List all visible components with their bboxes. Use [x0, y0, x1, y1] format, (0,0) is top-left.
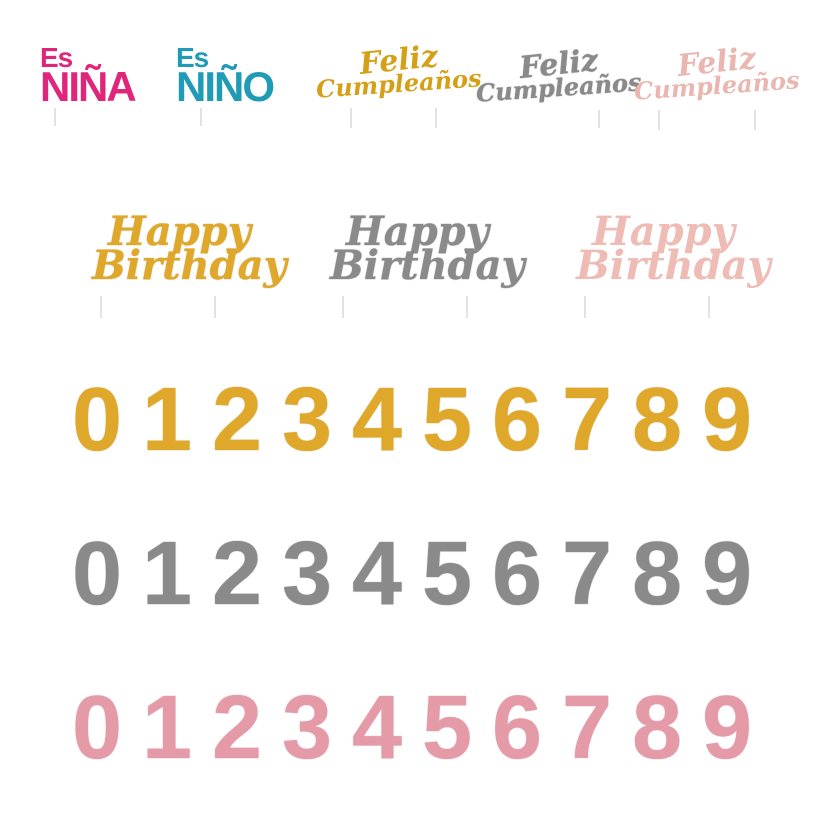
- hb-gold-stick-2: [214, 296, 216, 318]
- rose-number-6: 6: [491, 678, 543, 778]
- happy-birthday-silver-topper: Happy Birthday: [330, 212, 525, 286]
- feliz-rose-stick: [658, 110, 660, 130]
- hb-gold-line2: Birthday: [92, 242, 287, 289]
- es-nina-line2: NIÑA: [40, 63, 137, 110]
- silver-number-4: 4: [351, 524, 403, 624]
- silver-number-8: 8: [631, 524, 683, 624]
- feliz-rose-stick-2: [754, 110, 756, 130]
- gold-number-2: 2: [211, 370, 263, 470]
- rose-number-0: 0: [71, 678, 123, 778]
- gold-number-1: 1: [141, 370, 193, 470]
- feliz-cumpleanos-gold-topper: Feliz Cumpleaños: [315, 39, 482, 104]
- rose-number-2: 2: [211, 678, 263, 778]
- feliz-silver-stick: [598, 110, 600, 128]
- rose-number-8: 8: [631, 678, 683, 778]
- silver-number-1: 1: [141, 524, 193, 624]
- rose-number-7: 7: [561, 678, 613, 778]
- hb-gold-stick: [100, 296, 102, 318]
- happy-birthday-gold-topper: Happy Birthday: [92, 212, 287, 286]
- happy-birthday-rose-topper: Happy Birthday: [576, 212, 771, 286]
- silver-number-row: 0 1 2 3 4 5 6 7 8 9: [62, 526, 762, 622]
- silver-number-3: 3: [281, 524, 333, 624]
- es-nino-stick: [200, 108, 202, 126]
- gold-number-6: 6: [491, 370, 543, 470]
- feliz-cumpleanos-silver-topper: Feliz Cumpleaños: [475, 43, 642, 108]
- hb-silver-stick: [342, 296, 344, 318]
- es-nina-stick: [54, 108, 56, 126]
- hb-silver-stick-2: [466, 296, 468, 318]
- gold-number-0: 0: [71, 370, 123, 470]
- silver-number-9: 9: [701, 524, 753, 624]
- rose-number-4: 4: [351, 678, 403, 778]
- hb-rose-stick: [584, 296, 586, 318]
- gold-number-row: 0 1 2 3 4 5 6 7 8 9: [62, 372, 762, 468]
- feliz-gold-stick: [350, 108, 352, 128]
- feliz-gold-stick-2: [435, 108, 437, 128]
- gold-number-5: 5: [421, 370, 473, 470]
- silver-number-5: 5: [421, 524, 473, 624]
- silver-number-2: 2: [211, 524, 263, 624]
- rose-number-9: 9: [701, 678, 753, 778]
- es-nino-topper: Es NIÑO: [176, 44, 275, 110]
- es-nino-line2: NIÑO: [176, 63, 275, 110]
- hb-rose-stick-2: [708, 296, 710, 318]
- gold-number-9: 9: [701, 370, 753, 470]
- hb-rose-line2: Birthday: [576, 242, 771, 289]
- rose-number-row: 0 1 2 3 4 5 6 7 8 9: [62, 680, 762, 776]
- gold-number-8: 8: [631, 370, 683, 470]
- silver-number-7: 7: [561, 524, 613, 624]
- es-nina-topper: Es NIÑA: [40, 44, 137, 110]
- rose-number-1: 1: [141, 678, 193, 778]
- gold-number-4: 4: [351, 370, 403, 470]
- gold-number-3: 3: [281, 370, 333, 470]
- gold-number-7: 7: [561, 370, 613, 470]
- rose-number-3: 3: [281, 678, 333, 778]
- rose-number-5: 5: [421, 678, 473, 778]
- feliz-cumpleanos-rose-topper: Feliz Cumpleaños: [633, 41, 800, 106]
- silver-number-6: 6: [491, 524, 543, 624]
- silver-number-0: 0: [71, 524, 123, 624]
- hb-silver-line2: Birthday: [330, 242, 525, 289]
